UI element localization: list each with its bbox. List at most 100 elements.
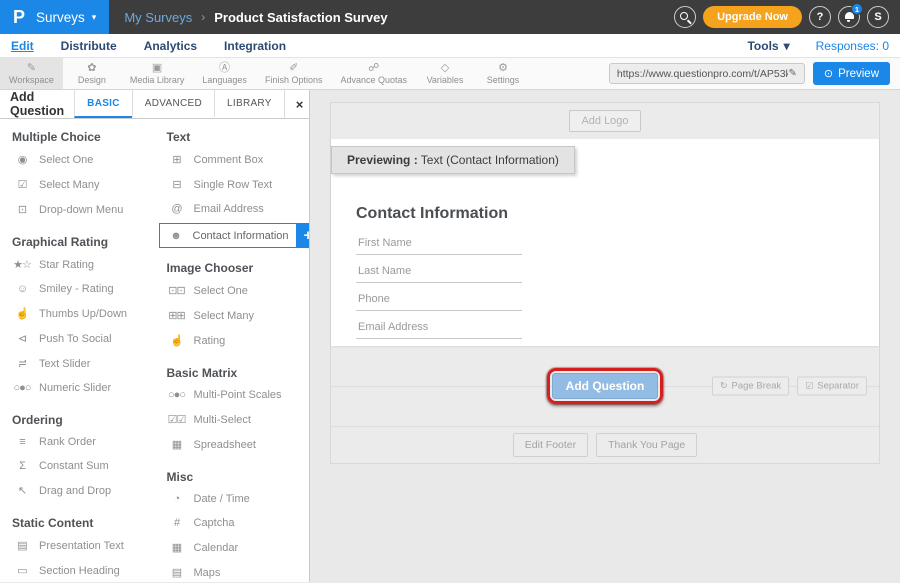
notifications-button[interactable]: 1	[838, 6, 860, 28]
tab-distribute[interactable]: Distribute	[61, 39, 117, 53]
breadcrumb-current: Product Satisfaction Survey	[214, 10, 387, 25]
date-time-icon: ◔	[167, 493, 187, 505]
question-type-smiley-rating[interactable]: ☺Smiley - Rating	[0, 277, 155, 301]
breadcrumb-my-surveys[interactable]: My Surveys	[124, 10, 192, 25]
panel-tab-advanced[interactable]: ADVANCED	[132, 90, 214, 118]
panel-tab-library[interactable]: LIBRARY	[214, 90, 284, 118]
toolbar-item-label: Workspace	[9, 75, 54, 85]
drag-and-drop-icon: ↖	[12, 484, 32, 497]
toolbar-item-variables[interactable]: ◇Variables	[416, 58, 474, 89]
question-type-email-address[interactable]: @Email Address	[155, 197, 310, 221]
close-icon: ×	[296, 97, 304, 112]
question-type-contact-information[interactable]: ☻Contact Information+	[159, 223, 304, 248]
question-type-rank-order[interactable]: ≡Rank Order	[0, 430, 155, 454]
question-type-label: Date / Time	[194, 493, 250, 505]
question-type-drop-down-menu[interactable]: ⊡Drop-down Menu	[0, 197, 155, 222]
question-type-label: Drag and Drop	[39, 485, 111, 497]
toolbar-item-advance-quotas[interactable]: ☍Advance Quotas	[331, 58, 416, 89]
question-type-select-one[interactable]: ⊡⊡Select One	[155, 278, 310, 303]
edit-footer-button[interactable]: Edit Footer	[513, 433, 588, 457]
question-type-rating[interactable]: ☝Rating	[155, 328, 310, 353]
add-question-button[interactable]: Add Question	[552, 373, 659, 399]
upgrade-now-button[interactable]: Upgrade Now	[703, 6, 802, 28]
settings-icon: ⚙	[498, 62, 508, 74]
toolbar-item-media-library[interactable]: ▣Media Library	[121, 58, 194, 89]
question-type-constant-sum[interactable]: ΣConstant Sum	[0, 454, 155, 478]
question-type-multi-select[interactable]: ☑☑Multi-Select	[155, 407, 310, 432]
page-break-button[interactable]: ↻ Page Break	[712, 377, 789, 396]
add-question-panel: Add Question BASICADVANCEDLIBRARY × Mult…	[0, 90, 310, 582]
question-type-select-many[interactable]: ☑Select Many	[0, 172, 155, 197]
section-heading-image-chooser: Image Chooser	[167, 261, 310, 275]
tab-integration[interactable]: Integration	[224, 39, 286, 53]
tab-analytics[interactable]: Analytics	[144, 39, 197, 53]
survey-url-input[interactable]	[617, 68, 789, 80]
first-name-field[interactable]	[356, 237, 522, 255]
push-to-social-icon: ⊲	[12, 332, 32, 345]
breadcrumb: My Surveys › Product Satisfaction Survey	[109, 0, 402, 34]
question-type-label: Smiley - Rating	[39, 283, 114, 295]
question-type-label: Section Heading	[39, 565, 120, 577]
question-type-numeric-slider[interactable]: ○●○Numeric Slider	[0, 376, 155, 400]
edit-url-icon[interactable]: ✎	[788, 68, 796, 79]
question-type-label: Drop-down Menu	[39, 204, 123, 216]
question-type-select-many[interactable]: ⊞⊞Select Many	[155, 303, 310, 328]
question-type-section-heading[interactable]: ▭Section Heading	[0, 558, 155, 582]
question-type-label: Comment Box	[194, 154, 264, 166]
maps-icon: ▤	[167, 566, 187, 579]
question-type-spreadsheet[interactable]: ▦Spreadsheet	[155, 432, 310, 457]
question-type-multi-point-scales[interactable]: ○●○Multi-Point Scales	[155, 383, 310, 407]
thank-you-page-button[interactable]: Thank You Page	[596, 433, 697, 457]
last-name-field[interactable]	[356, 265, 522, 283]
help-button[interactable]: ?	[809, 6, 831, 28]
user-avatar[interactable]: S	[867, 6, 889, 28]
break-options: ↻ Page Break ☑ Separator	[712, 377, 867, 396]
responses-count[interactable]: Responses: 0	[816, 39, 889, 53]
add-logo-button[interactable]: Add Logo	[569, 110, 640, 132]
previewing-tab: Previewing : Text (Contact Information)	[331, 146, 575, 174]
brand-area: P Surveys ▾	[0, 0, 109, 34]
previewing-tab-label: Text (Contact Information)	[418, 153, 559, 167]
email-address-field[interactable]	[356, 321, 522, 339]
finish-options-icon: ✐	[289, 62, 298, 74]
question-type-star-rating[interactable]: ★☆Star Rating	[0, 252, 155, 277]
phone-field[interactable]	[356, 293, 522, 311]
questionpro-logo[interactable]: P	[13, 7, 25, 28]
question-type-select-one[interactable]: ◉Select One	[0, 147, 155, 172]
question-type-date-time[interactable]: ◔ Date / Time	[155, 487, 310, 511]
question-type-captcha[interactable]: #Captcha	[155, 511, 310, 535]
content-area: Add Question BASICADVANCEDLIBRARY × Mult…	[0, 90, 900, 582]
nav-tabs: Edit Distribute Analytics Integration	[11, 39, 313, 53]
separator-button[interactable]: ☑ Separator	[797, 377, 867, 396]
question-type-push-to-social[interactable]: ⊲Push To Social	[0, 326, 155, 351]
question-type-comment-box[interactable]: ⊞Comment Box	[155, 147, 310, 172]
preview-button[interactable]: ⊙ Preview	[813, 62, 890, 85]
question-type-thumbs-up-down[interactable]: ☝Thumbs Up/Down	[0, 301, 155, 326]
toolbar-item-settings[interactable]: ⚙Settings	[474, 58, 532, 89]
question-type-label: Spreadsheet	[194, 439, 256, 451]
toolbar-item-design[interactable]: ✿Design	[63, 58, 121, 89]
toolbar-item-finish-options[interactable]: ✐Finish Options	[256, 58, 332, 89]
panel-tab-basic[interactable]: BASIC	[74, 90, 132, 118]
add-contact-information-button[interactable]: +	[296, 223, 310, 248]
tab-edit[interactable]: Edit	[11, 39, 34, 53]
toolbar-item-workspace[interactable]: ✎Workspace	[0, 58, 63, 89]
question-type-maps[interactable]: ▤Maps	[155, 560, 310, 582]
toolbar-item-languages[interactable]: ⒶLanguages	[193, 58, 256, 89]
tools-menu-button[interactable]: Tools ▾	[747, 39, 789, 53]
toolbar-item-label: Settings	[487, 75, 520, 85]
question-type-drag-and-drop[interactable]: ↖ Drag and Drop	[0, 478, 155, 503]
question-type-calendar[interactable]: ▦Calendar	[155, 535, 310, 560]
search-button[interactable]	[674, 6, 696, 28]
separator-label: Separator	[817, 381, 859, 392]
question-type-text-slider[interactable]: ≓Text Slider	[0, 351, 155, 376]
question-type-presentation-text[interactable]: ▤Presentation Text	[0, 533, 155, 558]
tools-label: Tools	[747, 39, 778, 53]
surveys-menu-button[interactable]: Surveys ▾	[36, 10, 96, 25]
email-address-icon: @	[167, 203, 187, 215]
survey-url-box: ✎	[609, 63, 805, 84]
thumbs-up-down-icon: ☝	[12, 307, 32, 320]
toolbar-item-label: Variables	[427, 75, 464, 85]
contact-fields	[356, 237, 522, 339]
question-type-single-row-text[interactable]: ⊟Single Row Text	[155, 172, 310, 197]
